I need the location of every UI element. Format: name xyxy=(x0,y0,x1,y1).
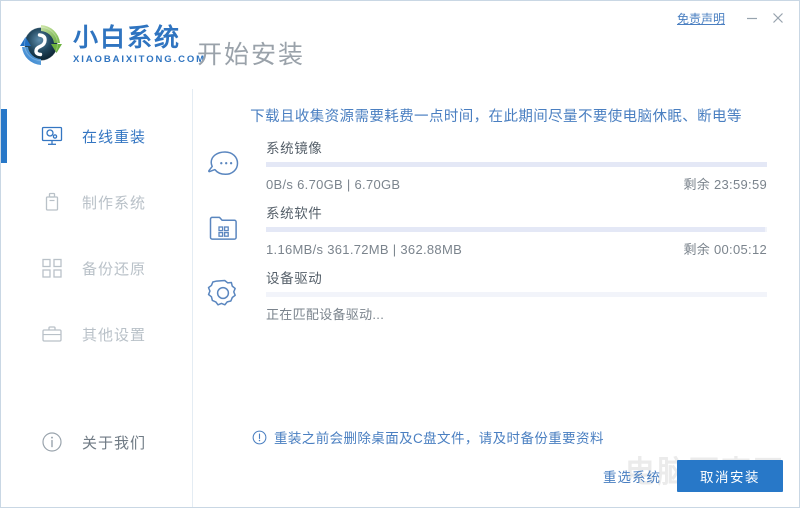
warning-message: 重装之前会删除桌面及C盘文件，请及时备份重要资料 xyxy=(251,427,604,447)
progress-bar xyxy=(266,227,767,232)
sidebar-item-backup-restore[interactable]: 备份还原 xyxy=(1,235,192,301)
disclaimer-link[interactable]: 免责声明 xyxy=(677,10,725,27)
progress-bar xyxy=(266,162,767,167)
progress-fill xyxy=(266,162,767,167)
task-row: 系统镜像 0B/s 6.70GB | 6.70GB 剩余 23:59:59 xyxy=(201,137,767,202)
task-meta: 1.16MB/s 361.72MB | 362.88MB 剩余 00:05:12 xyxy=(266,239,767,258)
task-row: 系统软件 1.16MB/s 361.72MB | 362.88MB 剩余 00:… xyxy=(201,202,767,267)
sidebar-item-other-settings[interactable]: 其他设置 xyxy=(1,301,192,367)
sidebar-item-label: 关于我们 xyxy=(82,434,147,452)
sidebar-item-label: 在线重装 xyxy=(82,128,147,146)
task-stat: 正在匹配设备驱动... xyxy=(266,307,385,322)
sidebar-item-online-reinstall[interactable]: 在线重装 xyxy=(1,103,192,169)
task-name: 系统软件 xyxy=(266,206,323,221)
folder-apps-icon xyxy=(201,206,245,250)
toolbox-icon xyxy=(39,321,65,347)
progress-fill xyxy=(266,227,766,232)
minimize-button[interactable] xyxy=(739,7,765,29)
grid-blocks-icon xyxy=(39,255,65,281)
cloud-ghost-icon xyxy=(201,141,245,185)
brand-name: 小白系统 xyxy=(73,23,182,52)
page-title: 开始安装 xyxy=(197,41,306,69)
download-task-list: 系统镜像 0B/s 6.70GB | 6.70GB 剩余 23:59:59 系统… xyxy=(201,137,767,332)
task-remaining: 剩余 23:59:59 xyxy=(683,177,767,192)
task-name: 设备驱动 xyxy=(266,271,323,286)
usb-drive-icon xyxy=(39,189,65,215)
close-button[interactable] xyxy=(765,7,791,29)
app-window: 小白系统 XIAOBAIXITONG.COM 开始安装 免责声明 在线重装 制作… xyxy=(0,0,800,508)
sidebar-item-make-system[interactable]: 制作系统 xyxy=(1,169,192,235)
task-remaining: 剩余 00:05:12 xyxy=(683,242,767,257)
sidebar-item-label: 备份还原 xyxy=(82,260,147,278)
sidebar: 在线重装 制作系统 备份还原 其他设置 关于我们 xyxy=(1,89,193,507)
task-row: 设备驱动 正在匹配设备驱动... xyxy=(201,267,767,332)
sidebar-item-label: 其他设置 xyxy=(82,326,147,344)
progress-bar xyxy=(266,292,767,297)
task-meta: 正在匹配设备驱动... xyxy=(266,304,767,323)
top-notice: 下载且收集资源需要耗费一点时间，在此期间尽量不要使电脑休眠、断电等 xyxy=(250,109,742,125)
sidebar-item-label: 制作系统 xyxy=(82,194,147,212)
exclamation-circle-icon xyxy=(251,429,267,445)
task-name: 系统镜像 xyxy=(266,141,323,156)
brand-logo: 小白系统 XIAOBAIXITONG.COM xyxy=(15,19,206,71)
task-stat: 0B/s 6.70GB | 6.70GB xyxy=(266,177,401,192)
window-controls: 免责声明 xyxy=(677,5,791,31)
cancel-install-button[interactable]: 取消安装 xyxy=(677,460,783,492)
recycle-circle-logo-icon xyxy=(15,19,67,71)
gear-icon xyxy=(201,271,245,315)
monitor-icon xyxy=(39,123,65,149)
title-bar: 小白系统 XIAOBAIXITONG.COM 开始安装 免责声明 xyxy=(1,1,799,89)
warning-text: 重装之前会删除桌面及C盘文件，请及时备份重要资料 xyxy=(274,431,604,446)
task-stat: 1.16MB/s 361.72MB | 362.88MB xyxy=(266,242,463,257)
task-meta: 0B/s 6.70GB | 6.70GB 剩余 23:59:59 xyxy=(266,174,767,193)
info-circle-icon xyxy=(39,429,65,455)
footer-bar: 重选系统 取消安装 xyxy=(194,445,799,507)
brand-domain: XIAOBAIXITONG.COM xyxy=(73,53,206,65)
sidebar-item-about-us[interactable]: 关于我们 xyxy=(1,409,192,475)
reselect-system-button[interactable]: 重选系统 xyxy=(603,466,661,486)
